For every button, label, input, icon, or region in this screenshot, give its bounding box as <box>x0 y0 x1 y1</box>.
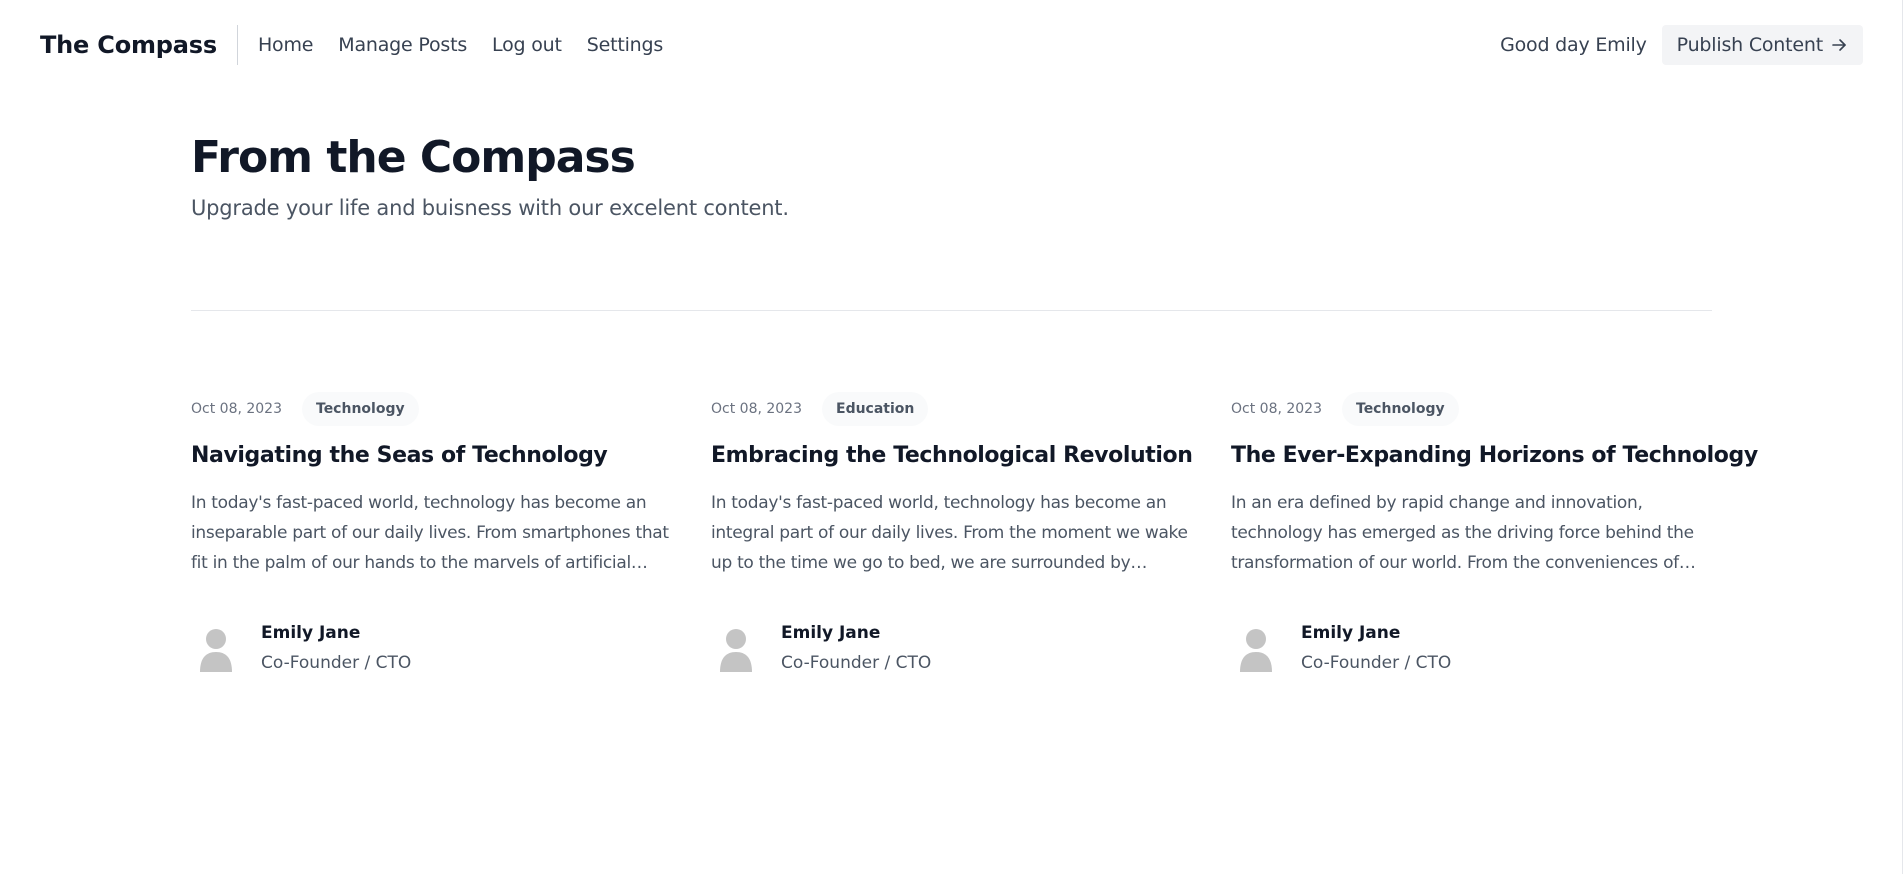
user-silhouette-icon <box>711 622 761 672</box>
post-title[interactable]: Navigating the Seas of Technology <box>191 440 671 472</box>
post-excerpt: In today's fast-paced world, technology … <box>191 493 669 573</box>
post-date: Oct 08, 2023 <box>711 401 802 417</box>
nav-manage-posts-link[interactable]: Manage Posts <box>338 34 467 56</box>
post-excerpt: In today's fast-paced world, technology … <box>711 493 1188 573</box>
post-category-tag[interactable]: Technology <box>1342 392 1459 426</box>
author-info: Emily Jane Co-Founder / CTO <box>1301 622 1451 674</box>
top-navbar: The Compass Home Manage Posts Log out Se… <box>0 0 1903 90</box>
page-subtitle: Upgrade your life and buisness with our … <box>191 196 789 220</box>
post-card: Oct 08, 2023 Technology The Ever-Expandi… <box>1231 392 1758 674</box>
author-role: Co-Founder / CTO <box>1301 653 1452 673</box>
post-card: Oct 08, 2023 Technology Navigating the S… <box>191 392 671 674</box>
posts-grid: Oct 08, 2023 Technology Navigating the S… <box>191 392 1758 674</box>
post-author: Emily Jane Co-Founder / CTO <box>191 622 671 674</box>
nav-logout-link[interactable]: Log out <box>492 34 562 56</box>
hero-section: From the Compass Upgrade your life and b… <box>191 128 1712 220</box>
publish-content-label: Publish Content <box>1676 34 1824 56</box>
author-name: Emily Jane <box>781 623 881 643</box>
post-title[interactable]: Embracing the Technological Revolution <box>711 440 1193 472</box>
nav-home-link[interactable]: Home <box>258 34 314 56</box>
user-greeting: Good day Emily <box>1500 34 1647 56</box>
post-meta: Oct 08, 2023 Technology <box>1231 392 1711 426</box>
post-card: Oct 08, 2023 Education Embracing the Tec… <box>711 392 1193 674</box>
post-date: Oct 08, 2023 <box>191 401 282 417</box>
author-role: Co-Founder / CTO <box>781 653 932 673</box>
brand-logo[interactable]: The Compass <box>40 25 238 65</box>
post-meta: Oct 08, 2023 Education <box>711 392 1191 426</box>
author-name: Emily Jane <box>261 623 361 643</box>
post-title[interactable]: The Ever-Expanding Horizons of Technolog… <box>1231 440 1758 472</box>
author-info: Emily Jane Co-Founder / CTO <box>261 622 411 674</box>
user-silhouette-icon <box>191 622 241 672</box>
post-author: Emily Jane Co-Founder / CTO <box>711 622 1191 674</box>
author-role: Co-Founder / CTO <box>261 653 412 673</box>
post-excerpt: In an era defined by rapid change and in… <box>1231 493 1694 573</box>
nav-settings-link[interactable]: Settings <box>587 34 664 56</box>
main-nav: Home Manage Posts Log out Settings <box>258 34 688 56</box>
user-silhouette-icon <box>1231 622 1281 672</box>
author-info: Emily Jane Co-Founder / CTO <box>781 622 931 674</box>
header-actions: Good day Emily Publish Content <box>1500 25 1863 65</box>
post-category-tag[interactable]: Education <box>822 392 929 426</box>
post-author: Emily Jane Co-Founder / CTO <box>1231 622 1711 674</box>
publish-content-button[interactable]: Publish Content <box>1661 25 1863 65</box>
post-date: Oct 08, 2023 <box>1231 401 1322 417</box>
section-divider <box>191 310 1712 311</box>
page-title: From the Compass <box>191 132 636 183</box>
arrow-right-icon <box>1831 37 1847 53</box>
post-meta: Oct 08, 2023 Technology <box>191 392 671 426</box>
post-category-tag[interactable]: Technology <box>302 392 419 426</box>
author-name: Emily Jane <box>1301 623 1401 643</box>
